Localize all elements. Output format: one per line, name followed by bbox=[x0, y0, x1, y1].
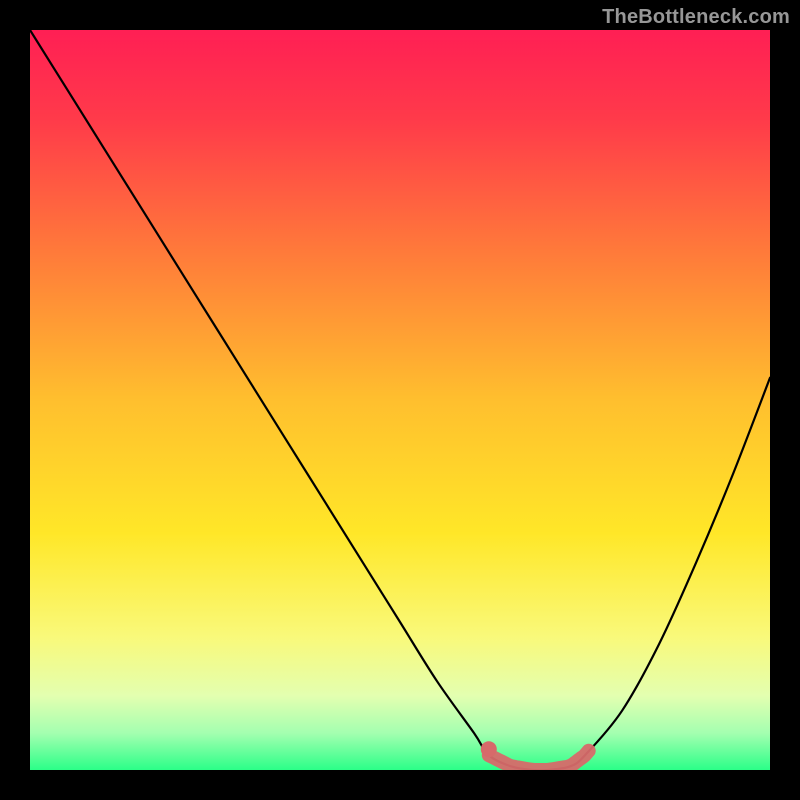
attribution-label: TheBottleneck.com bbox=[602, 6, 790, 29]
chart-background bbox=[30, 30, 770, 770]
optimal-range-start-dot bbox=[481, 741, 497, 757]
bottleneck-chart bbox=[0, 0, 800, 800]
chart-container: TheBottleneck.com bbox=[0, 0, 800, 800]
